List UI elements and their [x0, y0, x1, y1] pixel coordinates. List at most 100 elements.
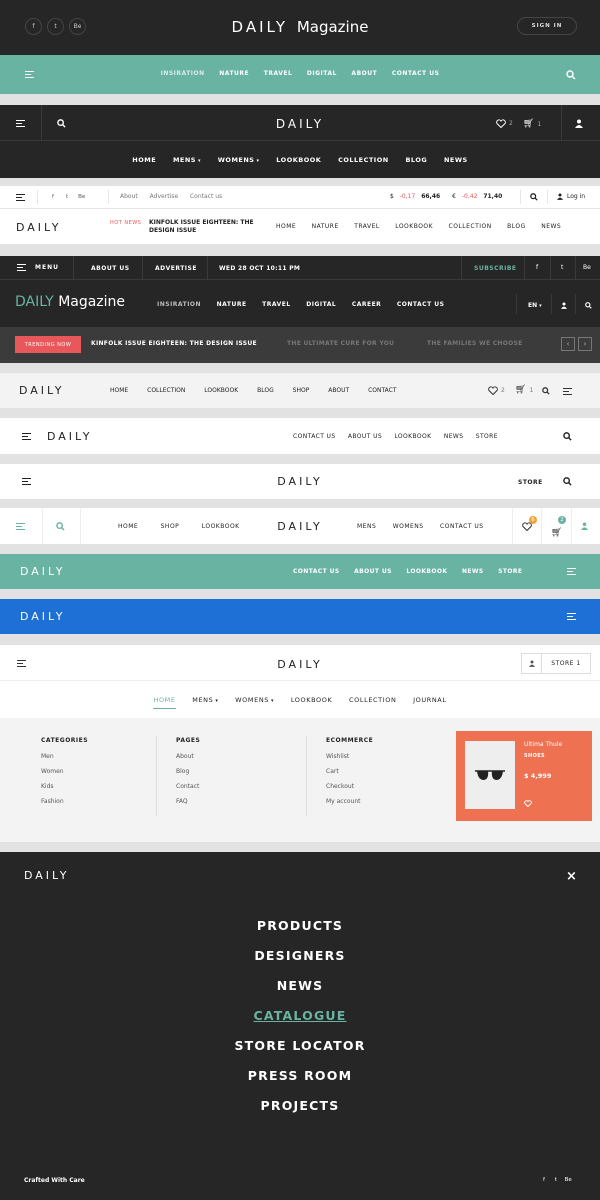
nav-item-shop[interactable]: SHOP	[293, 387, 310, 394]
site-logo[interactable]: DAILY	[20, 610, 65, 623]
nav-item-digital[interactable]: DIGITAL	[306, 301, 336, 308]
nav-item-mens[interactable]: MENS ▾	[192, 696, 218, 704]
nav-item-nature[interactable]: NATURE	[312, 223, 339, 230]
nav-item-collection[interactable]: COLLECTION	[338, 156, 389, 164]
wishlist-button[interactable]: 2	[496, 119, 513, 128]
nav-item-nature[interactable]: NATURE	[219, 70, 249, 77]
trending-item-3[interactable]: THE FAMILIES WE CHOOSE	[427, 340, 523, 347]
search-icon[interactable]	[542, 387, 550, 395]
menu-link[interactable]: Kids	[41, 783, 88, 790]
nav-item-lookbook[interactable]: LOOKBOOK	[204, 387, 238, 394]
menu-button[interactable]: MENU	[17, 264, 59, 271]
site-logo[interactable]: DAILY Magazine	[15, 294, 125, 310]
nav-item-mens[interactable]: MENS ▾	[173, 156, 201, 164]
nav-item-womens[interactable]: WOMENS	[393, 523, 424, 530]
search-icon[interactable]	[530, 193, 538, 201]
nav-item-home[interactable]: HOME	[132, 156, 156, 164]
user-icon[interactable]	[581, 522, 588, 530]
menu-link[interactable]: Contact	[176, 783, 200, 790]
featured-product-card[interactable]: Ultima Thule SHOES $ 4,999	[456, 731, 592, 821]
signin-button[interactable]: SIGN IN	[517, 17, 577, 35]
trending-item-2[interactable]: THE ULTIMATE CURE FOR YOU	[287, 340, 394, 347]
overlay-item-news[interactable]: NEWS	[0, 978, 600, 1008]
link-advertise[interactable]: Advertise	[150, 193, 178, 200]
nav-item-about[interactable]: ABOUT US	[348, 433, 382, 440]
nav-item-womens[interactable]: WOMENS ▾	[235, 696, 274, 704]
wishlist-button[interactable]: 2	[488, 386, 505, 395]
twitter-icon[interactable]: t	[561, 264, 563, 271]
search-icon[interactable]	[563, 432, 572, 441]
link-contact[interactable]: Contact us	[190, 193, 222, 200]
nav-item-insiration[interactable]: INSIRATION	[157, 301, 201, 308]
cart-button[interactable]: 🛒︎ 1	[523, 119, 541, 129]
wishlist-button[interactable]: 6	[522, 516, 537, 531]
trending-next-button[interactable]: ›	[578, 337, 592, 351]
nav-item-blog[interactable]: BLOG	[257, 387, 274, 394]
nav-item-travel[interactable]: TRAVEL	[262, 301, 291, 308]
search-icon[interactable]	[563, 477, 572, 486]
heart-icon[interactable]	[524, 800, 532, 807]
menu-link[interactable]: Wishlist	[326, 753, 373, 760]
nav-item-nature[interactable]: NATURE	[217, 301, 247, 308]
nav-item-news[interactable]: NEWS	[462, 568, 484, 575]
nav-item-lookbook[interactable]: LOOKBOOK	[276, 156, 321, 164]
hot-news-title[interactable]: KINFOLK ISSUE EIGHTEEN: THE DESIGN ISSUE	[149, 219, 259, 235]
nav-item-about[interactable]: ABOUT	[351, 70, 377, 77]
behance-icon[interactable]: Be	[583, 264, 591, 271]
search-icon[interactable]	[566, 70, 576, 80]
menu-icon[interactable]	[567, 568, 576, 575]
user-icon[interactable]	[561, 302, 567, 309]
nav-item-lookbook[interactable]: LOOKBOOK	[394, 433, 431, 440]
facebook-icon[interactable]: f	[536, 264, 538, 271]
about-link[interactable]: ABOUT US	[91, 265, 130, 272]
menu-link[interactable]: FAQ	[176, 798, 200, 805]
site-logo[interactable]: DAILY	[16, 221, 61, 234]
login-button[interactable]: Log in	[557, 193, 585, 200]
nav-item-womens[interactable]: WOMENS ▾	[218, 156, 260, 164]
menu-link[interactable]: Cart	[326, 768, 373, 775]
nav-item-career[interactable]: CAREER	[352, 301, 381, 308]
nav-item-mens[interactable]: MENS	[357, 523, 376, 530]
site-logo[interactable]: DAILY	[47, 430, 92, 443]
menu-link[interactable]: About	[176, 753, 200, 760]
account-button[interactable]	[521, 653, 542, 674]
behance-icon[interactable]: Be	[78, 194, 85, 200]
nav-item-lookbook[interactable]: LOOKBOOK	[291, 696, 333, 704]
menu-link[interactable]: Checkout	[326, 783, 373, 790]
nav-item-contact[interactable]: CONTACT US	[397, 301, 445, 308]
site-logo[interactable]: DAILY Magazine	[0, 18, 600, 36]
cart-button[interactable]: 🛒︎ 2	[551, 516, 566, 539]
nav-item-home[interactable]: HOME	[110, 387, 128, 394]
site-logo[interactable]: DAILY	[19, 384, 64, 397]
site-logo[interactable]: DAILY	[0, 658, 600, 671]
menu-icon[interactable]	[567, 613, 576, 620]
nav-item-collection[interactable]: COLLECTION	[147, 387, 185, 394]
close-icon[interactable]: ×	[566, 870, 577, 883]
trending-prev-button[interactable]: ‹	[561, 337, 575, 351]
nav-item-contact[interactable]: CONTACT US	[392, 70, 440, 77]
nav-item-blog[interactable]: BLOG	[507, 223, 526, 230]
menu-icon[interactable]	[563, 388, 572, 395]
nav-item-collection[interactable]: COLLECTION	[449, 223, 492, 230]
menu-link[interactable]: Men	[41, 753, 88, 760]
user-icon[interactable]	[575, 119, 583, 128]
nav-item-store[interactable]: STORE	[476, 433, 498, 440]
overlay-item-store-locator[interactable]: STORE LOCATOR	[0, 1038, 600, 1068]
menu-icon[interactable]	[16, 194, 25, 201]
site-logo[interactable]: DAILY	[0, 475, 600, 488]
twitter-icon[interactable]: t	[66, 194, 68, 200]
language-select[interactable]: EN ▾	[528, 302, 542, 309]
site-logo[interactable]: DAILY	[20, 565, 65, 578]
menu-link[interactable]: Women	[41, 768, 88, 775]
nav-item-home[interactable]: HOME	[276, 223, 296, 230]
nav-item-news[interactable]: NEWS	[444, 433, 464, 440]
nav-item-home[interactable]: HOME	[153, 696, 176, 709]
overlay-item-designers[interactable]: DESIGNERS	[0, 948, 600, 978]
menu-icon[interactable]	[22, 433, 31, 440]
nav-item-news[interactable]: NEWS	[444, 156, 468, 164]
nav-item-travel[interactable]: TRAVEL	[264, 70, 293, 77]
site-logo[interactable]: DAILY	[0, 520, 600, 533]
facebook-icon[interactable]: f	[52, 194, 54, 200]
facebook-icon[interactable]: f	[543, 1177, 545, 1183]
nav-item-digital[interactable]: DIGITAL	[307, 70, 337, 77]
